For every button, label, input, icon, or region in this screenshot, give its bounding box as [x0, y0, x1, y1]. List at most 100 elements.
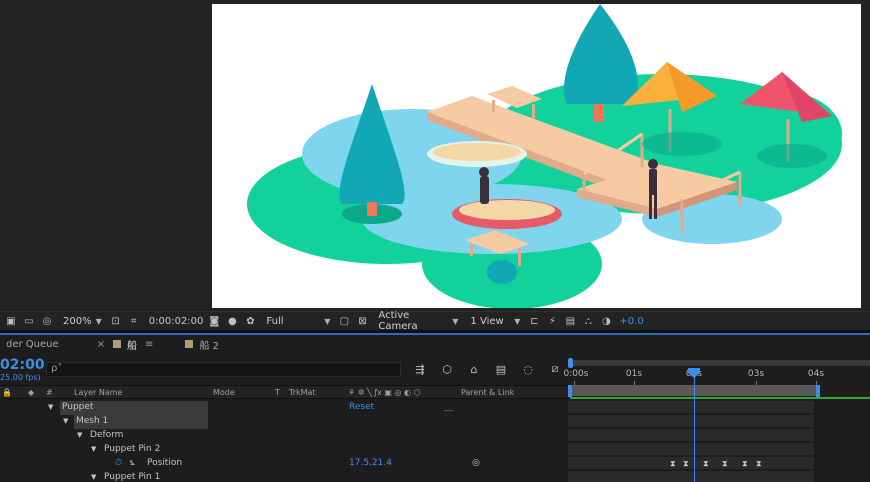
tab-comp-1[interactable]: × 船 ≡	[91, 335, 160, 353]
layer-label: Puppet Pin 2	[104, 444, 161, 454]
layer-row[interactable]: ▼ Puppet Reset __	[0, 401, 568, 415]
motion-blur-icon[interactable]: ◌	[520, 362, 536, 376]
chevron-down-icon: ▼	[324, 316, 331, 326]
tab-comp-2[interactable]: 船 2	[179, 335, 225, 353]
position-value[interactable]: 17.5,21.4	[349, 458, 392, 468]
layer-row[interactable]: ▼ Mesh 1	[0, 415, 568, 429]
keyframe-icon[interactable]: ⧗	[742, 459, 748, 469]
transparency-grid-icon[interactable]: ⊠	[355, 315, 369, 327]
layer-label: Puppet Pin 1	[104, 472, 161, 482]
close-icon[interactable]: ×	[97, 339, 105, 350]
ruler-label: 01s	[625, 369, 643, 379]
track	[568, 429, 814, 442]
camera-icon[interactable]: ◙	[207, 315, 221, 327]
column-layer-name[interactable]: Layer Name	[74, 388, 122, 397]
current-time[interactable]: 02:00	[0, 357, 45, 373]
work-area-start[interactable]	[568, 385, 572, 397]
tab-label: 船 2	[199, 340, 219, 352]
stopwatch-icon[interactable]: ⏱	[115, 458, 122, 468]
column-parent[interactable]: Parent & Link	[461, 388, 514, 397]
layer-row[interactable]: ⏱ ⦩ Position 17.5,21.4 ◎	[0, 457, 568, 471]
mask-icon[interactable]: ◎	[40, 315, 54, 327]
layer-label: Deform	[90, 430, 124, 440]
track	[568, 457, 814, 470]
expand-triangle-icon[interactable]: ▼	[63, 417, 68, 425]
graph-icon[interactable]: ⦩	[130, 458, 135, 468]
keyframe-icon[interactable]: ⧗	[722, 459, 728, 469]
search-placeholder: ρ˅	[51, 363, 63, 374]
camera-select[interactable]: Active Camera ▼	[375, 310, 461, 332]
layer-search-input[interactable]: ρ˅	[46, 362, 401, 377]
viewer-timecode[interactable]: 0:00:02:00	[149, 316, 204, 327]
layer-row[interactable]: ▼ Puppet Pin 2	[0, 443, 568, 457]
composition-canvas[interactable]	[212, 4, 861, 308]
fast-preview-icon[interactable]: ⚡	[545, 315, 559, 327]
toggle-pixel-icon[interactable]: ⊏	[527, 315, 541, 327]
column-mode[interactable]: Mode	[213, 388, 235, 397]
pick-whip-icon[interactable]: ◎	[472, 458, 480, 468]
switches-icons: ⚘ ✲ ╲ ƒx ▣ ◎ ◐ ⬡	[348, 388, 421, 397]
ruler-label: 03s	[747, 369, 765, 379]
composition-flowchart-icon[interactable]: ⇶	[412, 362, 428, 376]
label-tag-icon[interactable]: ◆	[28, 388, 34, 397]
monitor-icon[interactable]: ▭	[22, 315, 36, 327]
flowchart-icon[interactable]: ⛬	[581, 315, 595, 327]
frame-blending-icon[interactable]: ▤	[493, 362, 509, 376]
ruler-label: 0:00s	[563, 369, 589, 379]
view-layout-select[interactable]: 1 View ▼	[467, 314, 523, 328]
region-icon[interactable]: ⌗	[127, 315, 141, 327]
keyframe-icon[interactable]: ⧗	[683, 459, 689, 469]
fit-icon[interactable]: ⊡	[109, 315, 123, 327]
snapshot-icon[interactable]: ▣	[4, 315, 18, 327]
keyframe-icon[interactable]: ⧗	[756, 459, 762, 469]
ruler-label: 04s	[807, 369, 825, 379]
tab-render-queue[interactable]: der Queue	[0, 335, 65, 353]
chevron-down-icon: ▼	[95, 316, 102, 326]
layer-row[interactable]: ▼ Puppet Pin 1	[0, 471, 568, 482]
draft-3d-icon[interactable]: ⬡	[439, 362, 455, 376]
keyframe-icon[interactable]: ⧗	[703, 459, 709, 469]
timeline-switches: ⇶ ⬡ ⌂ ▤ ◌ ⧄	[412, 362, 574, 376]
track	[568, 471, 814, 482]
navigator-start-handle[interactable]	[568, 358, 573, 368]
time-ruler[interactable]: 0:00s 01s 02s 03s 04s	[564, 355, 870, 385]
work-area-end[interactable]	[816, 385, 820, 397]
view-layout-value: 1 View	[470, 315, 504, 327]
cache-indicator	[570, 397, 870, 399]
layer-row[interactable]: ▼ Deform	[0, 429, 568, 443]
region-of-interest-icon[interactable]: ▢	[337, 315, 351, 327]
chevron-down-icon: ▼	[514, 316, 521, 326]
track	[568, 401, 814, 414]
keyframe-icon[interactable]: ⧗	[670, 459, 676, 469]
zoom-select[interactable]: 200% ▼	[60, 314, 105, 328]
menu-icon[interactable]: ≡	[145, 339, 153, 350]
chevron-down-icon: ▼	[452, 316, 459, 326]
composition-viewer	[0, 0, 870, 311]
color-channel-icon[interactable]: ●	[225, 315, 239, 327]
timeline-icon[interactable]: ▤	[563, 315, 577, 327]
column-trkmat[interactable]: TrkMat	[289, 388, 316, 397]
exposure-value[interactable]: +0.0	[619, 316, 643, 327]
reset-link[interactable]: Reset	[349, 402, 374, 412]
work-area-bar[interactable]	[568, 385, 870, 399]
label-swatch	[185, 340, 194, 348]
current-time-indicator[interactable]	[694, 368, 695, 482]
timeline-tracks[interactable]	[568, 400, 870, 482]
expand-triangle-icon[interactable]: ▼	[48, 403, 53, 411]
lock-icon[interactable]: 🔒	[2, 388, 12, 397]
resolution-value: Full	[266, 315, 284, 327]
timeline-header: 02:00 25.00 fps) ρ˅ ⇶ ⬡ ⌂ ▤ ◌ ⧄	[0, 355, 568, 385]
track	[568, 415, 814, 428]
shy-layers-icon[interactable]: ⌂	[466, 362, 482, 376]
expand-triangle-icon[interactable]: ▼	[91, 473, 96, 481]
column-t: T	[275, 388, 280, 397]
expand-triangle-icon[interactable]: ▼	[91, 445, 96, 453]
resolution-select[interactable]: Full ▼	[263, 314, 333, 328]
frame-rate: 25.00 fps)	[0, 373, 41, 382]
exposure-icon[interactable]: ◑	[599, 315, 613, 327]
time-navigator[interactable]	[570, 360, 870, 366]
graph-editor-icon[interactable]: ⧄	[547, 362, 563, 376]
expand-triangle-icon[interactable]: ▼	[77, 431, 82, 439]
camera-value: Active Camera	[378, 310, 418, 332]
rgb-icon[interactable]: ✿	[243, 315, 257, 327]
